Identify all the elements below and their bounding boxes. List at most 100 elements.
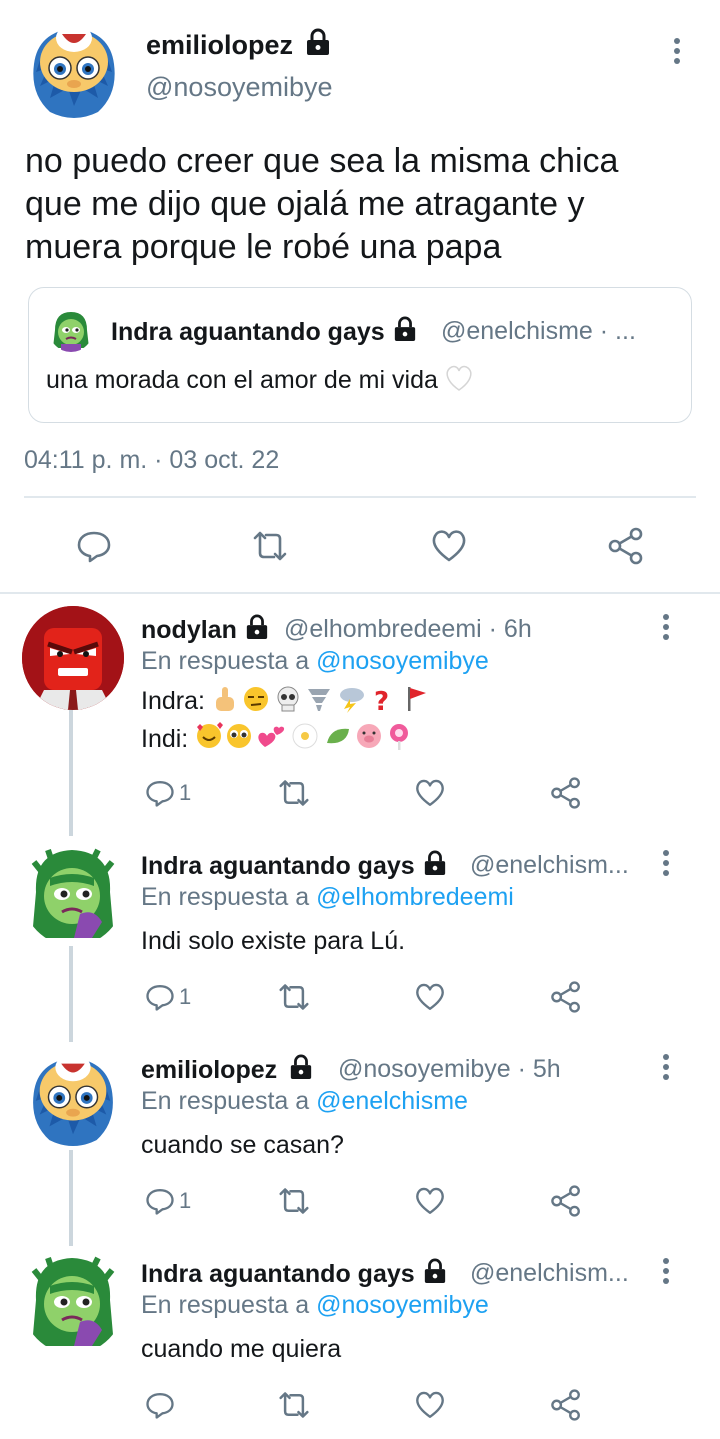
share-icon <box>551 1389 580 1421</box>
lollipop-icon <box>390 724 409 750</box>
retweet-button[interactable] <box>274 768 314 818</box>
retweet-button[interactable] <box>274 972 314 1022</box>
tweet-text: no puedo creer que sea la misma chica qu… <box>25 140 685 269</box>
like-button[interactable] <box>414 768 446 818</box>
retweet-button[interactable] <box>248 521 292 571</box>
display-name-text[interactable]: Indra aguantando gays <box>141 1260 415 1288</box>
share-button[interactable] <box>549 1380 583 1430</box>
heart-icon <box>416 983 444 1010</box>
reply-tweet[interactable]: emiliolopez @nosoyemibye · 5h En respues… <box>0 1040 720 1244</box>
reply-text-line: Indi solo existe para Lú. <box>141 927 406 955</box>
blossom-icon <box>292 723 318 749</box>
in-reply-prefix: En respuesta a <box>141 1087 317 1115</box>
more-icon[interactable] <box>656 612 676 642</box>
reply-tweet[interactable]: nodylan @elhombredeemi · 6h En respuesta… <box>0 600 720 836</box>
mention-link[interactable]: @nosoyemibye <box>316 1291 489 1319</box>
quoted-tweet[interactable]: Indra aguantando gays @enelchisme · ... … <box>28 287 692 423</box>
reply-tweet[interactable]: Indra aguantando gays @enelchism... En r… <box>0 836 720 1040</box>
quote-text-content: una morada con el amor de mi vida <box>46 366 438 394</box>
retweet-button[interactable] <box>274 1380 314 1430</box>
reply-count: 1 <box>179 984 192 1009</box>
lock-icon <box>289 1054 313 1087</box>
display-name-text[interactable]: nodylan <box>141 616 237 644</box>
avatar[interactable] <box>22 1044 124 1148</box>
retweet-button[interactable] <box>274 1176 314 1226</box>
display-name[interactable]: emiliolopez <box>146 28 331 63</box>
like-button[interactable] <box>414 1380 446 1430</box>
reply-tweet[interactable]: Indra aguantando gays @enelchism... En r… <box>0 1244 720 1439</box>
action-bar: 1 <box>0 768 720 818</box>
mention-link[interactable]: @enelchisme <box>316 1087 468 1115</box>
handle[interactable]: @nosoyemibye · 5h <box>338 1055 561 1084</box>
handle[interactable]: @elhombredeemi · 6h <box>284 615 532 644</box>
in-reply-prefix: En respuesta a <box>141 647 317 675</box>
timestamp[interactable]: 04:11 p. m. · 03 oct. 22 <box>24 446 279 475</box>
pig-icon <box>357 724 382 748</box>
reply-icon <box>146 781 174 807</box>
share-button[interactable] <box>549 1176 583 1226</box>
skull-icon <box>277 686 299 712</box>
two-hearts-icon <box>258 726 285 747</box>
reply-button[interactable]: 1 <box>145 972 191 1022</box>
retweet-icon <box>253 531 287 561</box>
share-button[interactable] <box>549 972 583 1022</box>
reply-button[interactable] <box>145 1380 179 1430</box>
mention-link[interactable]: @nosoyemibye <box>316 647 489 675</box>
reply-icon <box>146 985 174 1011</box>
display-name[interactable]: Indra aguantando gays <box>141 850 447 883</box>
share-icon <box>551 777 580 809</box>
more-icon[interactable] <box>656 1052 676 1082</box>
avatar[interactable] <box>28 14 120 120</box>
quote-name-text: Indra aguantando gays <box>111 318 385 346</box>
emoji-sequence <box>195 721 455 759</box>
action-bar: 1 <box>0 1176 720 1226</box>
quote-avatar <box>49 308 93 352</box>
reply-text: cuando se casan? <box>141 1129 344 1161</box>
retweet-icon <box>279 1392 309 1418</box>
quote-handle: @enelchisme · ... <box>441 317 636 345</box>
unamused-face-icon <box>243 687 268 711</box>
avatar[interactable] <box>22 1250 124 1354</box>
avatar[interactable] <box>22 842 124 946</box>
handle[interactable]: @enelchism... <box>470 851 629 880</box>
emoji-sequence: ? <box>212 685 448 721</box>
heart-icon <box>416 1187 444 1214</box>
more-icon[interactable] <box>656 1256 676 1286</box>
display-name[interactable]: emiliolopez <box>141 1054 313 1087</box>
red-flag-icon <box>407 687 426 711</box>
reply-button[interactable]: 1 <box>145 768 191 818</box>
in-reply-prefix: En respuesta a <box>141 883 317 911</box>
more-icon[interactable] <box>667 36 687 66</box>
more-icon[interactable] <box>656 848 676 878</box>
reply-button[interactable]: 1 <box>145 1176 191 1226</box>
like-button[interactable] <box>430 521 468 571</box>
lock-icon <box>245 614 269 647</box>
display-name[interactable]: nodylan <box>141 614 269 647</box>
display-name-text[interactable]: emiliolopez <box>146 30 293 60</box>
handle[interactable]: @nosoyemibye <box>146 72 333 103</box>
white-heart-icon <box>444 364 474 399</box>
retweet-icon <box>279 984 309 1010</box>
reply-button[interactable] <box>76 521 112 571</box>
smiling-hearts-face-icon <box>197 722 224 748</box>
quote-display-name: Indra aguantando gays <box>111 316 417 349</box>
handle[interactable]: @enelchism... <box>470 1259 629 1288</box>
like-button[interactable] <box>414 1176 446 1226</box>
lock-icon <box>305 28 331 63</box>
in-reply-to: En respuesta a @enelchisme <box>141 1087 468 1116</box>
display-name-text[interactable]: Indra aguantando gays <box>141 852 415 880</box>
mention-link[interactable]: @elhombredeemi <box>316 883 514 911</box>
action-bar <box>0 1380 720 1430</box>
share-button[interactable] <box>606 521 646 571</box>
reply-count: 1 <box>179 780 192 805</box>
share-button[interactable] <box>549 768 583 818</box>
share-icon <box>551 981 580 1013</box>
in-reply-prefix: En respuesta a <box>141 1291 317 1319</box>
display-name[interactable]: Indra aguantando gays <box>141 1258 447 1291</box>
display-name-text[interactable]: emiliolopez <box>141 1056 277 1084</box>
reply-text: cuando me quiera <box>141 1333 341 1365</box>
avatar[interactable] <box>22 606 124 710</box>
reply-text-line: Indi: <box>141 721 455 759</box>
reply-text-line: cuando me quiera <box>141 1335 342 1363</box>
like-button[interactable] <box>414 972 446 1022</box>
